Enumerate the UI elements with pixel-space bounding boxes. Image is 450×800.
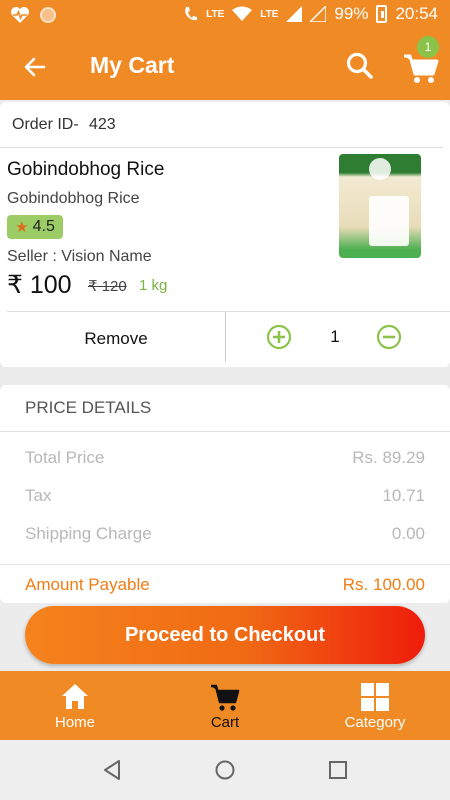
rating-badge: ★ 4.5 xyxy=(7,215,63,239)
bottom-navigation: Home Cart Category xyxy=(0,671,450,740)
network-type-a: LTE xyxy=(206,8,225,20)
cart-count-badge: 1 xyxy=(417,36,439,58)
order-id-value: 423 xyxy=(89,116,116,133)
total-price-value: Rs. 89.29 xyxy=(352,448,425,467)
price-details-card: PRICE DETAILS Total Price Rs. 89.29 Tax … xyxy=(0,385,450,603)
wifi-icon xyxy=(232,6,253,21)
star-icon: ★ xyxy=(15,219,29,236)
tax-label: Tax xyxy=(25,486,52,505)
order-row: Order ID- 423 xyxy=(0,102,443,148)
total-price-label: Total Price xyxy=(25,448,105,467)
product-price: ₹ 100 xyxy=(7,271,72,299)
signal-icon-2 xyxy=(310,6,327,22)
product-mrp: ₹ 120 xyxy=(88,278,127,295)
cart-item-actions: Remove 1 xyxy=(7,311,450,364)
home-icon xyxy=(62,684,88,709)
order-id-label: Order ID- xyxy=(12,116,79,133)
status-time: 20:54 xyxy=(395,4,438,23)
battery-icon xyxy=(376,5,388,23)
cart-icon xyxy=(211,684,240,711)
brand-logo-icon xyxy=(369,158,391,180)
cart-item-card: Order ID- 423 Gobindobhog Rice Gobindobh… xyxy=(0,102,450,367)
heart-pulse-icon xyxy=(11,7,29,23)
product-quantity-unit: 1 kg xyxy=(139,277,168,294)
actions-divider xyxy=(225,312,226,362)
minus-circle-icon[interactable] xyxy=(376,324,402,350)
system-navigation-bar xyxy=(0,740,450,800)
back-triangle-icon[interactable] xyxy=(100,758,124,782)
nav-cart-label: Cart xyxy=(210,714,240,731)
recents-square-icon[interactable] xyxy=(326,758,350,782)
page-title: My Cart xyxy=(90,52,175,78)
price-details-divider xyxy=(0,431,450,432)
status-bar: LTE LTE 99% 20:54 xyxy=(0,0,450,32)
seller-name: Seller : Vision Name xyxy=(7,248,152,265)
back-arrow-icon[interactable] xyxy=(18,50,52,84)
app-bar: My Cart xyxy=(0,32,450,100)
package-label xyxy=(369,196,409,246)
shipping-charge-label: Shipping Charge xyxy=(25,524,152,543)
product-subtitle: Gobindobhog Rice xyxy=(7,190,140,207)
nav-category-label: Category xyxy=(344,714,406,731)
plus-circle-icon[interactable] xyxy=(266,324,292,350)
shipping-charge-value: 0.00 xyxy=(391,524,425,543)
rating-value: 4.5 xyxy=(32,218,55,235)
call-icon xyxy=(185,7,198,21)
quantity-count: 1 xyxy=(330,327,340,346)
search-icon[interactable] xyxy=(344,50,376,82)
amount-payable-value: Rs. 100.00 xyxy=(342,575,425,594)
product-name[interactable]: Gobindobhog Rice xyxy=(7,159,164,181)
tax-value: 10.71 xyxy=(382,486,425,505)
nav-category[interactable]: Category xyxy=(300,671,450,740)
network-type-b: LTE xyxy=(260,8,279,20)
amount-payable-label: Amount Payable xyxy=(25,575,150,594)
nav-cart[interactable]: Cart xyxy=(150,671,300,740)
home-circle-icon[interactable] xyxy=(213,758,237,782)
notification-dot-icon xyxy=(40,7,56,23)
price-details-title: PRICE DETAILS xyxy=(25,398,152,417)
grid-icon xyxy=(361,683,389,711)
signal-icon xyxy=(286,6,303,22)
payable-divider xyxy=(0,564,450,565)
nav-home[interactable]: Home xyxy=(0,671,150,740)
proceed-to-checkout-button[interactable]: Proceed to Checkout xyxy=(25,606,425,664)
battery-percent: 99% xyxy=(334,4,369,23)
remove-button[interactable]: Remove xyxy=(7,312,225,365)
nav-home-label: Home xyxy=(54,714,95,731)
product-image[interactable] xyxy=(339,154,421,258)
